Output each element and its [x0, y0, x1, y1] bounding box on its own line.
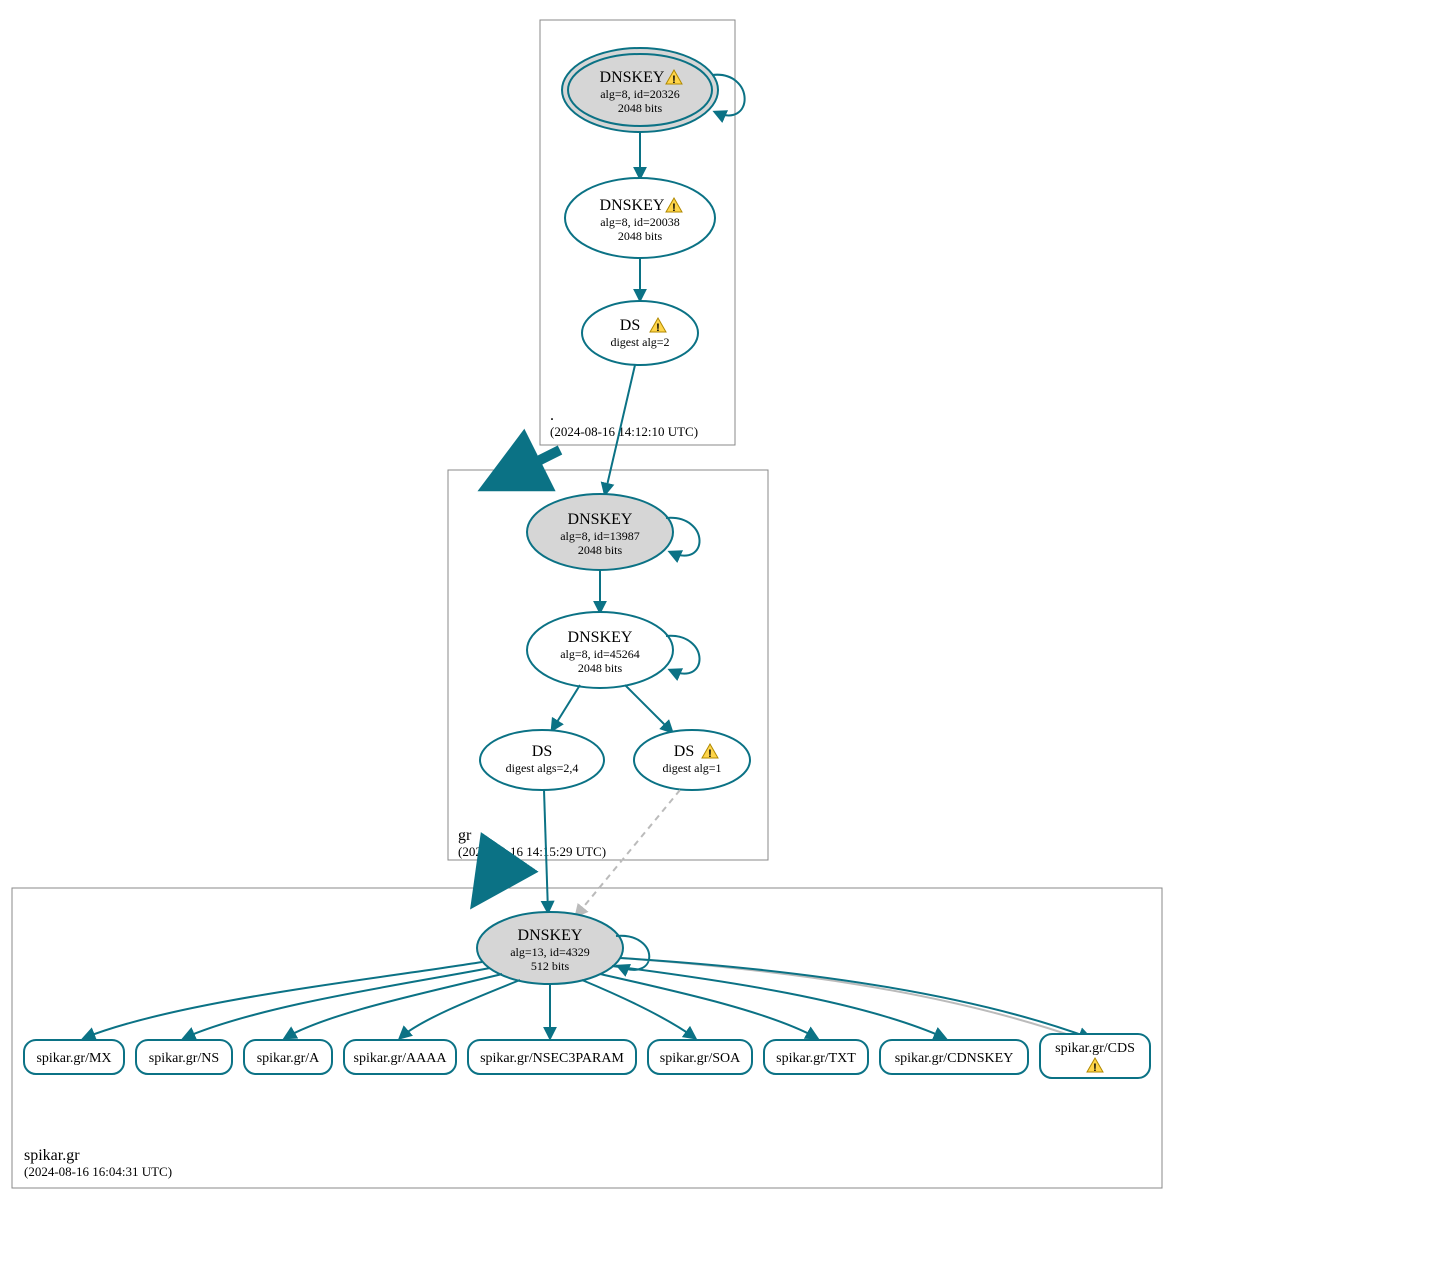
rr-soa[interactable]: spikar.gr/SOA [648, 1040, 752, 1074]
node-gr-ksk-sub1: alg=8, id=13987 [560, 529, 640, 543]
node-gr-ds1[interactable]: DS digest algs=2,4 [480, 730, 604, 790]
rr-soa-label: spikar.gr/SOA [660, 1051, 741, 1066]
svg-text:DS: DS [620, 317, 640, 334]
rr-ns-label: spikar.gr/NS [149, 1051, 219, 1066]
svg-text:DNSKEY: DNSKEY [600, 69, 665, 86]
zone-label-root: . [550, 407, 554, 424]
rr-txt[interactable]: spikar.gr/TXT [764, 1040, 868, 1074]
node-gr-zsk-title: DNSKEY [568, 629, 633, 646]
rr-aaaa[interactable]: spikar.gr/AAAA [344, 1040, 456, 1074]
edge-spikar-ksk-mx [84, 962, 482, 1038]
node-spikar-ksk-sub1: alg=13, id=4329 [510, 945, 590, 959]
node-root-ksk-sub1: alg=8, id=20326 [600, 87, 680, 101]
rr-cds[interactable]: spikar.gr/CDS [1040, 1034, 1150, 1078]
node-gr-ds2[interactable]: DS digest alg=1 [634, 730, 750, 790]
edge-spikar-ksk-cds [620, 958, 1090, 1038]
edge-spikar-ksk-aaaa [400, 980, 520, 1038]
node-root-ksk-sub2: 2048 bits [618, 101, 663, 115]
node-root-ds-title: DS [620, 317, 640, 334]
edge-spikar-ksk-cdk [612, 966, 945, 1038]
node-root-zsk-sub2: 2048 bits [618, 229, 663, 243]
node-root-zsk-sub1: alg=8, id=20038 [600, 215, 680, 229]
zone-label-gr: gr [458, 827, 472, 844]
edge-spikar-ksk-a [285, 974, 502, 1038]
rr-ns[interactable]: spikar.gr/NS [136, 1040, 232, 1074]
node-gr-ksk[interactable]: DNSKEY alg=8, id=13987 2048 bits [527, 494, 673, 570]
node-gr-ksk-sub2: 2048 bits [578, 543, 623, 557]
rr-a[interactable]: spikar.gr/A [244, 1040, 332, 1074]
rr-mx[interactable]: spikar.gr/MX [24, 1040, 124, 1074]
node-gr-zsk[interactable]: DNSKEY alg=8, id=45264 2048 bits [527, 612, 673, 688]
node-root-zsk[interactable]: DNSKEY alg=8, id=20038 2048 bits [565, 178, 715, 258]
rr-cdk-label: spikar.gr/CDNSKEY [895, 1051, 1014, 1066]
rr-mx-label: spikar.gr/MX [36, 1051, 111, 1066]
svg-text:DS: DS [674, 743, 694, 760]
node-spikar-ksk[interactable]: DNSKEY alg=13, id=4329 512 bits [477, 912, 623, 984]
node-root-ds-sub1: digest alg=2 [610, 335, 669, 349]
edge-spikar-ksk-txt [600, 974, 817, 1038]
node-spikar-ksk-title: DNSKEY [518, 927, 583, 944]
edge-spikar-ksk-ns [184, 968, 490, 1038]
node-root-ds[interactable]: DS digest alg=2 [582, 301, 698, 365]
node-gr-ksk-title: DNSKEY [568, 511, 633, 528]
node-root-zsk-title: DNSKEY [600, 197, 665, 214]
rr-a-label: spikar.gr/A [257, 1051, 320, 1066]
node-spikar-ksk-sub2: 512 bits [531, 959, 570, 973]
svg-text:DNSKEY: DNSKEY [600, 197, 665, 214]
rr-cdk[interactable]: spikar.gr/CDNSKEY [880, 1040, 1028, 1074]
zone-timestamp-root: (2024-08-16 14:12:10 UTC) [550, 424, 698, 439]
edge-spikar-ksk-rr-shadow [622, 958, 1078, 1038]
node-gr-ds2-title: DS [674, 743, 694, 760]
edge-gr-zsk-ds2 [625, 685, 672, 732]
edge-spikar-ksk-soa [582, 980, 695, 1038]
node-gr-ds1-sub1: digest algs=2,4 [506, 761, 579, 775]
rr-n3p-label: spikar.gr/NSEC3PARAM [480, 1051, 624, 1066]
rr-n3p[interactable]: spikar.gr/NSEC3PARAM [468, 1040, 636, 1074]
edge-zone-gr-spikar [478, 866, 500, 898]
zone-timestamp-spikar: (2024-08-16 16:04:31 UTC) [24, 1164, 172, 1179]
rr-cds-label: spikar.gr/CDS [1055, 1041, 1135, 1056]
node-root-ksk-title: DNSKEY [600, 69, 665, 86]
edge-gr-zsk-ds1 [552, 685, 580, 730]
node-root-ksk[interactable]: DNSKEY alg=8, id=20326 2048 bits [562, 48, 718, 132]
rr-aaaa-label: spikar.gr/AAAA [354, 1051, 448, 1066]
node-gr-ds1-title: DS [532, 743, 552, 760]
edge-zone-root-gr [490, 450, 560, 485]
node-gr-zsk-sub2: 2048 bits [578, 661, 623, 675]
zone-label-spikar: spikar.gr [24, 1147, 80, 1164]
rr-txt-label: spikar.gr/TXT [776, 1051, 856, 1066]
zone-timestamp-gr: (2024-08-16 14:15:29 UTC) [458, 844, 606, 859]
node-gr-ds2-sub1: digest alg=1 [662, 761, 721, 775]
node-gr-zsk-sub1: alg=8, id=45264 [560, 647, 640, 661]
